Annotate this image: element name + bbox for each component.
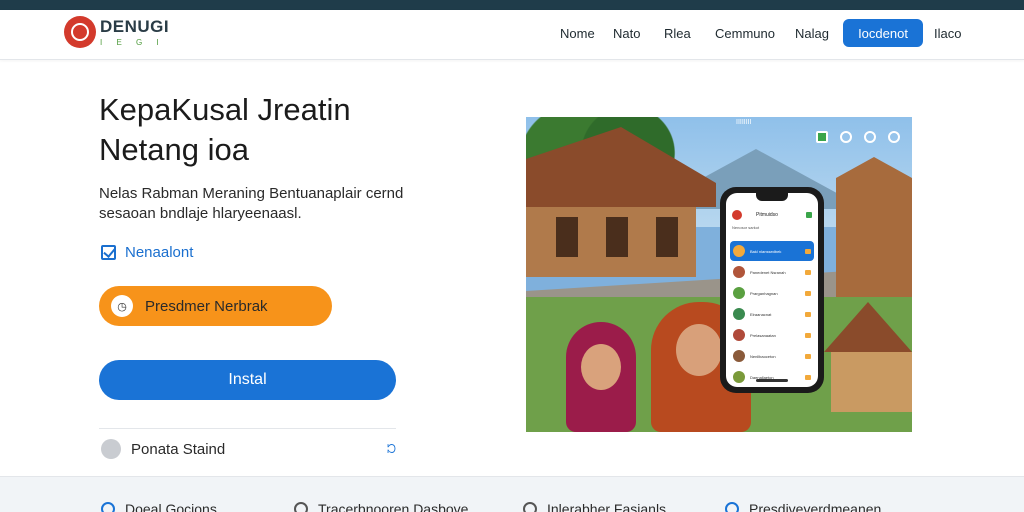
app-title: Pitmuidso	[756, 212, 778, 218]
hero-photo: IIIIIIII Pitmuidso Nenosor sarkot Bakl n…	[526, 117, 912, 432]
globe-icon	[523, 502, 537, 512]
status-label: Ponata Staind	[131, 440, 226, 458]
nav-item-2[interactable]: Nato	[613, 26, 640, 41]
row-badge-icon	[805, 269, 811, 275]
row-badge-icon	[805, 374, 811, 380]
phone-row-text: Nenllbaoceton	[750, 353, 776, 359]
phone-row-text: Bakl nlanssedbek	[750, 248, 782, 254]
feature-label: Doeal Gocions	[125, 501, 217, 512]
checkbox-checked-icon[interactable]	[101, 245, 116, 260]
install-button[interactable]: Instal	[99, 360, 396, 400]
row-badge-icon	[805, 290, 811, 296]
hero-subtitle: Nelas Rabman Meraning Bentuanaplair cern…	[99, 184, 439, 224]
navbar: DENUGI I E G I Nome Nato Rlea Cemmuno Na…	[0, 10, 1024, 60]
phone-mockup: Pitmuidso Nenosor sarkot Bakl nlanssedbe…	[720, 187, 824, 393]
row-badge-icon	[805, 311, 811, 317]
photo-person-left	[556, 322, 646, 432]
brand-sub: I E G I	[100, 37, 165, 47]
status-indicator-icon	[101, 439, 121, 459]
phone-list-row[interactable]: Prelasanaatan	[730, 325, 814, 345]
phone-list-row[interactable]: Bakl nlanssedbek	[730, 241, 814, 261]
phone-list-row[interactable]: Elraanacnat	[730, 304, 814, 324]
checkbox-label: Nenaalont	[125, 244, 194, 261]
row-badge-icon	[805, 248, 811, 254]
feature-item[interactable]: Doeal Gocions	[101, 501, 217, 512]
photo-house-window	[606, 217, 628, 257]
app-subtitle: Nenosor sarkot	[732, 225, 760, 230]
location-icon	[725, 502, 739, 512]
hero-title-line-2: Netang ioa	[99, 132, 249, 167]
phone-list-row[interactable]: Daenallaeton	[730, 367, 814, 387]
orange-button-label: Presdmer Nerbrak	[145, 297, 268, 315]
photo-top-icons	[816, 131, 900, 143]
photo-house-window	[656, 217, 678, 257]
feature-label: Inlerabher Fasianls	[547, 501, 667, 512]
nav-item-1[interactable]: Nome	[560, 26, 595, 41]
brand-logo[interactable]: DENUGI I E G I	[64, 16, 169, 48]
nav-item-5[interactable]: Nalag	[795, 26, 829, 41]
nav-cta-button[interactable]: Iocdenot	[843, 19, 923, 47]
phone-list-row[interactable]: Prarganhagnan	[730, 283, 814, 303]
hero-subtitle-line-1: Nelas Rabman Meraning Bentuanaplair cern…	[99, 185, 404, 202]
top-strip	[0, 0, 1024, 10]
photo-house-window	[556, 217, 578, 257]
photo-house-right-wall	[831, 352, 912, 412]
feature-item[interactable]: Inlerabher Fasianls	[523, 501, 666, 512]
brand-emblem-icon	[64, 16, 96, 48]
status-row[interactable]: Ponata Staind ᘰ	[101, 438, 396, 460]
phone-list-row[interactable]: Panedenet Nsranah	[730, 262, 814, 282]
feature-item[interactable]: Presdiveverdmeanen	[725, 501, 881, 512]
phone-list-row[interactable]: Nenllbaoceton	[730, 346, 814, 366]
avatar-icon	[733, 266, 745, 278]
chat-icon	[101, 502, 115, 512]
clock-icon: ◷	[111, 295, 133, 317]
phone-list: Bakl nlanssedbek Panedenet Nsranah Prargan…	[730, 241, 814, 387]
row-badge-icon	[805, 332, 811, 338]
features-bar: Doeal Gocions Tracerbnooren Dasbove Inle…	[0, 476, 1024, 512]
phone-home-bar	[756, 379, 788, 382]
person-left-face	[581, 344, 621, 390]
app-header: Pitmuidso	[732, 209, 812, 221]
feature-item[interactable]: Tracerbnooren Dasbove	[294, 501, 468, 512]
nav-item-4[interactable]: Cemmuno	[715, 26, 775, 41]
hero-title: KepaKusal Jreatin Netang ioa	[99, 90, 479, 170]
brand-text: DENUGI I E G I	[100, 18, 169, 47]
phone-screen: Pitmuidso Nenosor sarkot Bakl nlanssedbe…	[726, 193, 818, 387]
notification-icon[interactable]	[840, 131, 852, 143]
search-icon	[294, 502, 308, 512]
avatar-icon	[733, 245, 745, 257]
hero-title-line-1: KepaKusal Jreatin	[99, 92, 351, 127]
chat-icon[interactable]	[864, 131, 876, 143]
app-logo-icon	[732, 210, 742, 220]
hero-subtitle-line-2: sesaoan bndlaje hlaryeenaasl.	[99, 205, 302, 222]
orange-action-button[interactable]: ◷ Presdmer Nerbrak	[99, 286, 332, 326]
avatar-icon	[733, 371, 745, 383]
photo-house-right-top	[836, 157, 912, 297]
phone-row-text: Elraanacnat	[750, 311, 772, 317]
nav-item-6[interactable]: Ilaco	[934, 26, 961, 41]
person-right-face	[676, 324, 722, 376]
app-menu-icon[interactable]	[806, 212, 812, 218]
divider	[99, 428, 396, 429]
avatar-icon	[733, 308, 745, 320]
phone-row-text: Panedenet Nsranah	[750, 269, 786, 275]
feature-checkbox[interactable]: Nenaalont	[101, 244, 193, 261]
nav-item-3[interactable]: Rlea	[664, 26, 691, 41]
brand-name: DENUGI	[100, 16, 170, 36]
message-icon[interactable]	[888, 131, 900, 143]
avatar-icon	[733, 329, 745, 341]
bag-icon[interactable]	[816, 131, 828, 143]
chat-icon[interactable]: ᘰ	[387, 442, 396, 457]
feature-label: Tracerbnooren Dasbove	[318, 501, 469, 512]
row-badge-icon	[805, 353, 811, 359]
phone-row-text: Prelasanaatan	[750, 332, 776, 338]
avatar-icon	[733, 287, 745, 299]
feature-label: Presdiveverdmeanen	[749, 501, 882, 512]
photo-top-label: IIIIIIII	[736, 119, 752, 126]
phone-row-text: Prarganhagnan	[750, 290, 778, 296]
avatar-icon	[733, 350, 745, 362]
phone-notch	[756, 193, 788, 201]
